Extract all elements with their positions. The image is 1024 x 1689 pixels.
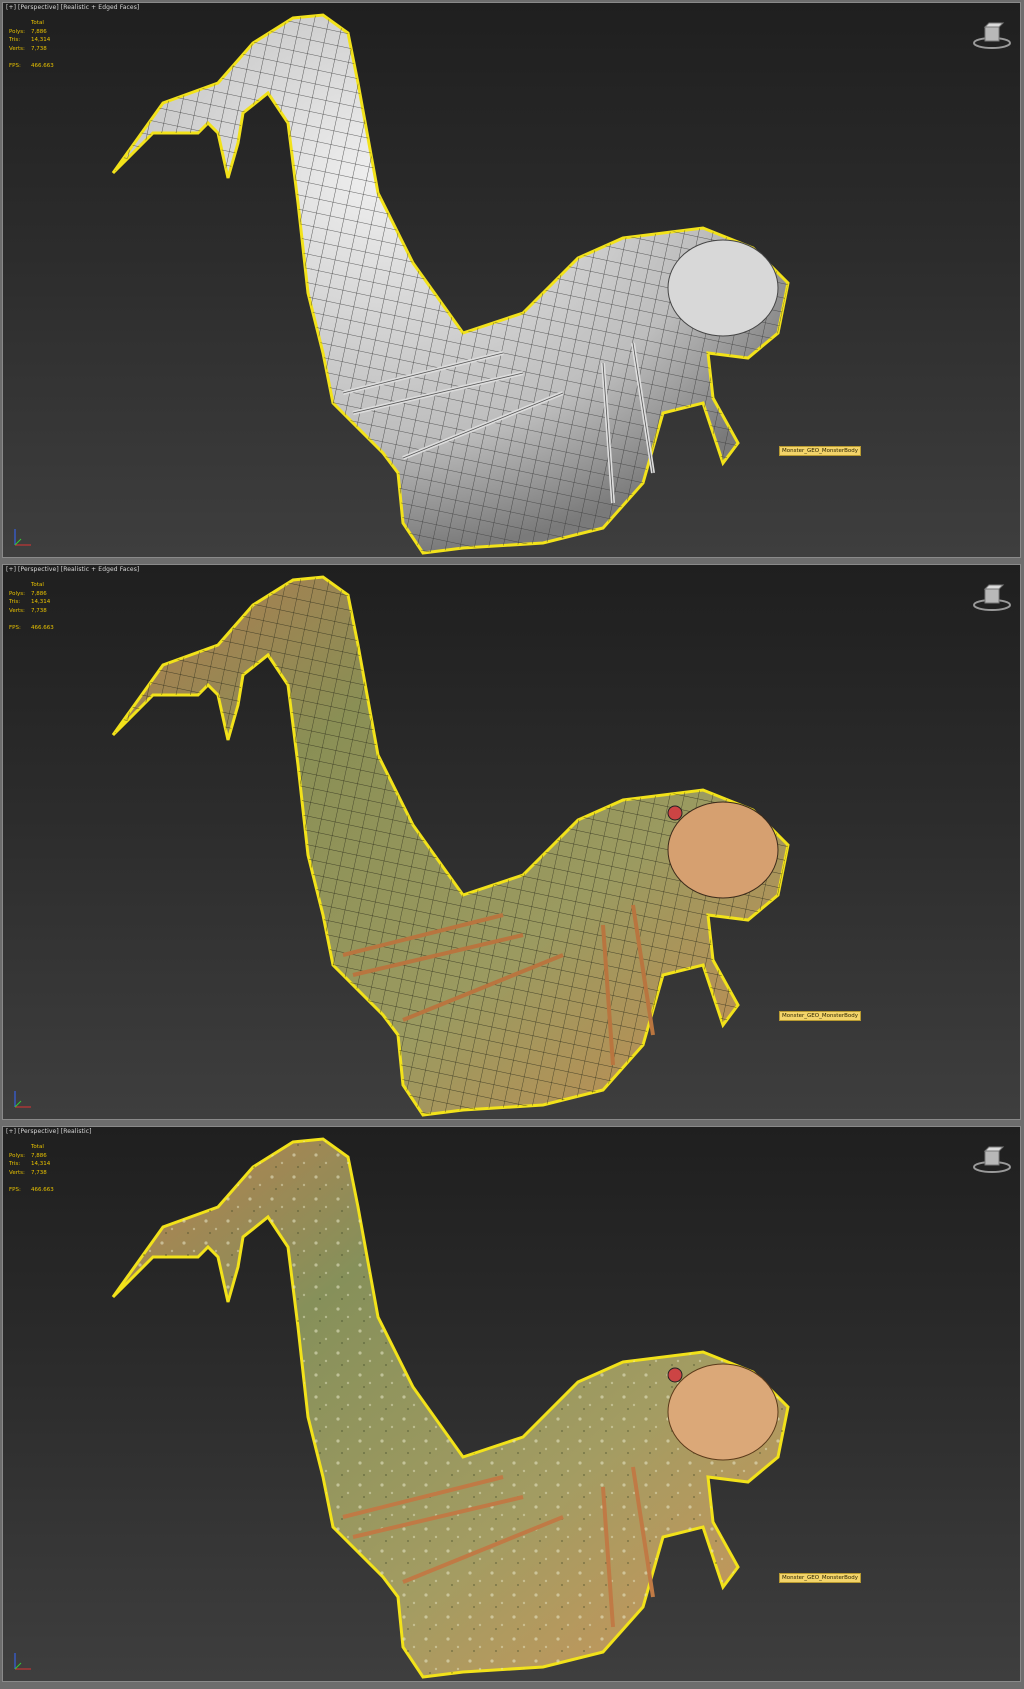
object-name-tag[interactable]: Monster_GEO_MonsterBody [779,1011,861,1021]
monster-body-shape [111,13,790,555]
axis-tripod-icon [14,1653,31,1670]
object-name-tag[interactable]: Monster_GEO_MonsterBody [779,446,861,456]
viewport-wireframe[interactable]: [+] [Perspective] [Realistic + Edged Fac… [2,2,1021,558]
monster-body-shape [111,1137,790,1679]
object-name-tag[interactable]: Monster_GEO_MonsterBody [779,1573,861,1583]
viewcube-icon[interactable] [972,583,1012,613]
viewcube-icon[interactable] [972,1145,1012,1175]
axis-tripod-icon [14,1091,31,1108]
viewport-textured-edged[interactable]: [+] [Perspective] [Realistic + Edged Fac… [2,564,1021,1120]
monster-mesh-wireframe[interactable] [3,3,1020,557]
viewcube-icon[interactable] [972,21,1012,51]
viewport-textured[interactable]: [+] [Perspective] [Realistic] Total Poly… [2,1126,1021,1682]
monster-mesh-textured[interactable] [3,1127,1020,1681]
monster-body-shape [111,575,790,1117]
monster-mesh-textured-edged[interactable] [3,565,1020,1119]
axis-tripod-icon [14,529,31,546]
